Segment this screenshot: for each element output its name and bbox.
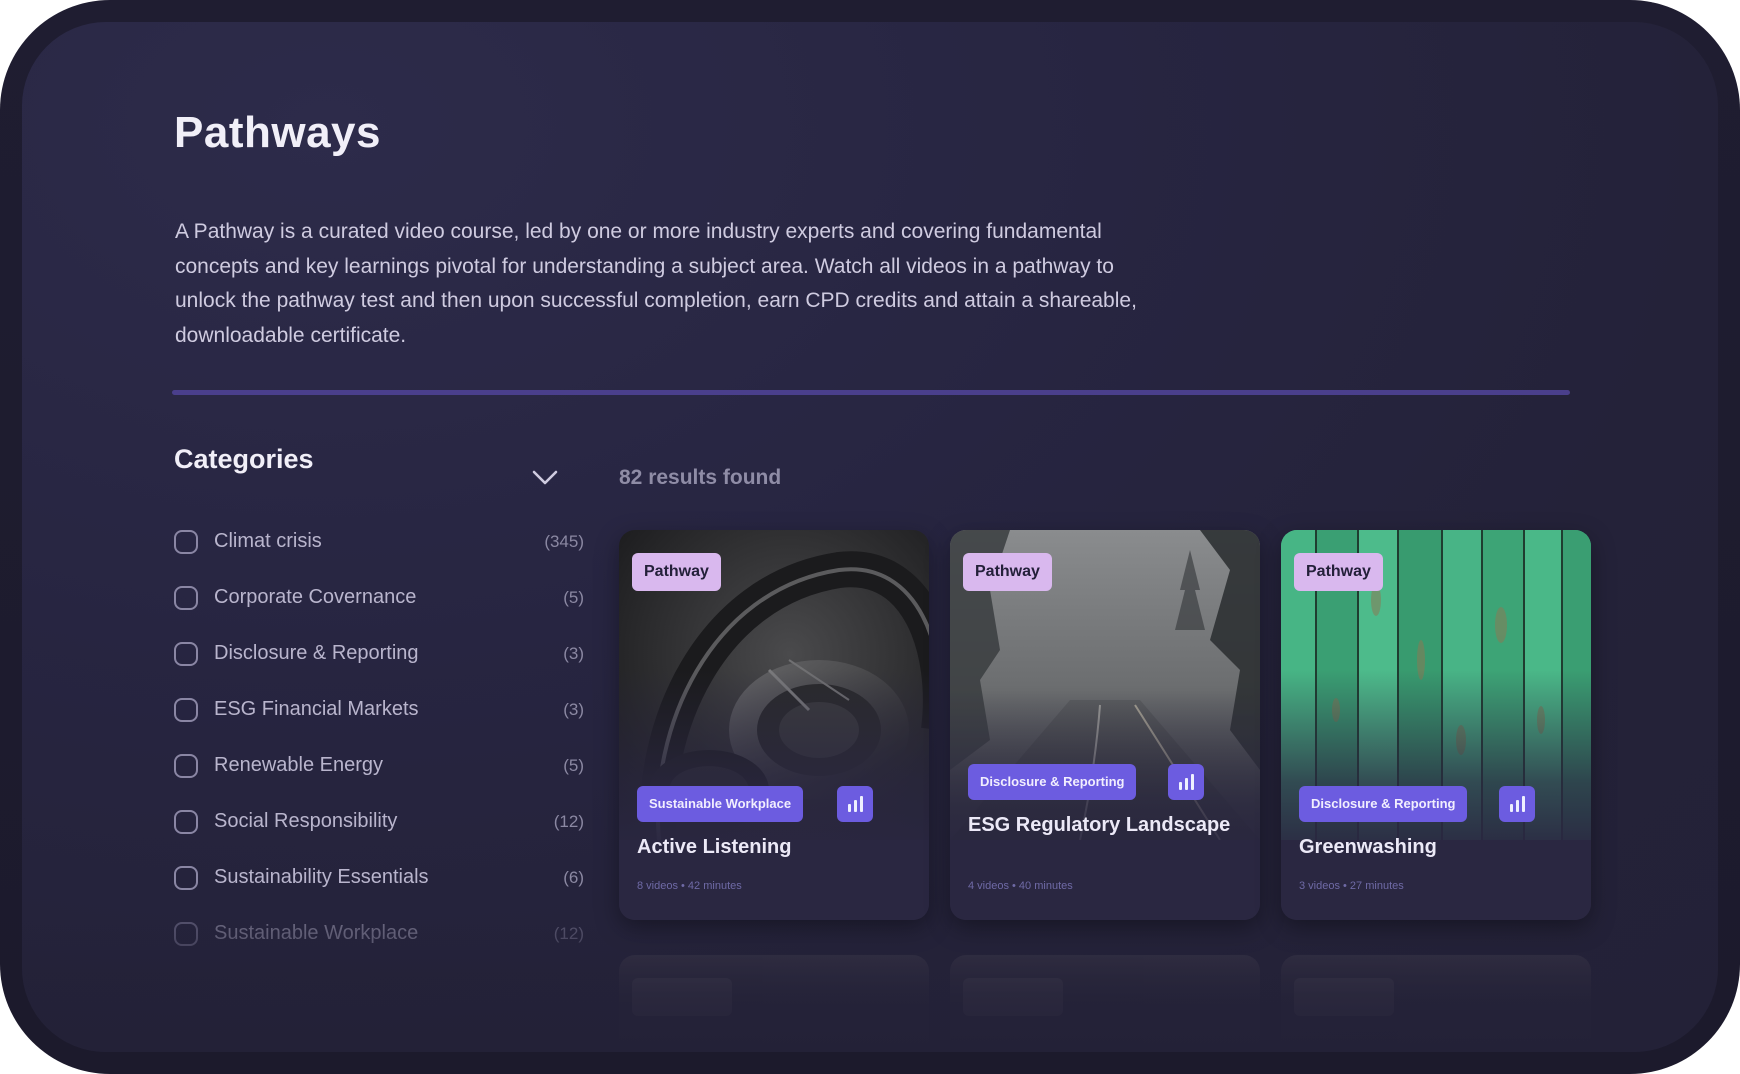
categories-toggle-button[interactable] (530, 466, 560, 488)
category-count: (12) (553, 924, 584, 943)
category-item-sustainable-workplace[interactable]: Sustainable Workplace (12) (174, 919, 584, 975)
pathway-badge-faded (963, 978, 1063, 1016)
pathway-card-faded[interactable] (950, 955, 1260, 1052)
level-bars-icon (1168, 764, 1204, 800)
pathway-badge-faded (1294, 978, 1394, 1016)
category-item-climate-crisis[interactable]: Climat crisis (345) (174, 527, 584, 583)
category-count: (345) (544, 532, 584, 551)
category-checkbox[interactable] (174, 642, 198, 666)
category-count: (12) (553, 812, 584, 831)
category-label: Disclosure & Reporting (214, 642, 419, 664)
category-label: Climat crisis (214, 530, 322, 552)
results-count: 82 results found (619, 466, 782, 489)
category-label: Sustainability Essentials (214, 866, 429, 888)
level-bars-icon (837, 786, 873, 822)
card-meta: 3 videos • 27 minutes (1299, 880, 1404, 892)
category-checkbox[interactable] (174, 754, 198, 778)
categories-title: Categories (174, 444, 314, 474)
category-item-disclosure-reporting[interactable]: Disclosure & Reporting (3) (174, 639, 584, 695)
category-checkbox[interactable] (174, 586, 198, 610)
category-item-esg-financial-markets[interactable]: ESG Financial Markets (3) (174, 695, 584, 751)
app-screen: Pathways A Pathway is a curated video co… (22, 22, 1718, 1052)
pathway-card[interactable]: Pathway Sustainable Workplace Active Lis… (619, 530, 929, 920)
pathway-card[interactable]: Pathway Disclosure & Reporting ESG Regul… (950, 530, 1260, 920)
card-title: Active Listening (637, 836, 792, 858)
card-meta: 8 videos • 42 minutes (637, 880, 742, 892)
pathway-badge-faded (632, 978, 732, 1016)
card-title: ESG Regulatory Landscape (968, 814, 1231, 836)
card-title: Greenwashing (1299, 836, 1437, 858)
category-count: (5) (563, 756, 584, 775)
tablet-frame: Pathways A Pathway is a curated video co… (0, 0, 1740, 1074)
category-tag: Sustainable Workplace (637, 786, 804, 822)
pathway-card-faded[interactable] (619, 955, 929, 1052)
category-label: Social Responsibility (214, 810, 398, 832)
category-label: Renewable Energy (214, 754, 383, 776)
page-intro: A Pathway is a curated video course, led… (175, 220, 1137, 347)
category-list: Climat crisis (345) Corporate Covernance… (174, 527, 584, 975)
category-count: (3) (563, 700, 584, 719)
category-item-renewable-energy[interactable]: Renewable Energy (5) (174, 751, 584, 807)
category-count: (3) (563, 644, 584, 663)
pathway-card[interactable]: Pathway Disclosure & Reporting Greenwash… (1281, 530, 1591, 920)
category-item-sustainability-essentials[interactable]: Sustainability Essentials (6) (174, 863, 584, 919)
pathway-badge: Pathway (1294, 553, 1383, 591)
category-checkbox[interactable] (174, 810, 198, 834)
category-label: Corporate Covernance (214, 586, 417, 608)
category-label: ESG Financial Markets (214, 698, 419, 720)
level-bars-icon (1499, 786, 1535, 822)
page-title: Pathways (174, 108, 381, 157)
category-checkbox[interactable] (174, 530, 198, 554)
category-checkbox[interactable] (174, 698, 198, 722)
category-item-corporate-governance[interactable]: Corporate Covernance (5) (174, 583, 584, 639)
chevron-down-icon (532, 470, 558, 485)
pathway-card-faded[interactable] (1281, 955, 1591, 1052)
category-checkbox[interactable] (174, 866, 198, 890)
category-tag: Disclosure & Reporting (968, 764, 1137, 800)
category-checkbox[interactable] (174, 922, 198, 946)
pathway-badge: Pathway (632, 553, 721, 591)
category-label: Sustainable Workplace (214, 922, 419, 944)
card-meta: 4 videos • 40 minutes (968, 880, 1073, 892)
pathway-badge: Pathway (963, 553, 1052, 591)
section-divider (172, 390, 1570, 395)
category-item-social-responsibility[interactable]: Social Responsibility (12) (174, 807, 584, 863)
category-count: (5) (563, 588, 584, 607)
category-count: (6) (563, 868, 584, 887)
category-tag: Disclosure & Reporting (1299, 786, 1468, 822)
